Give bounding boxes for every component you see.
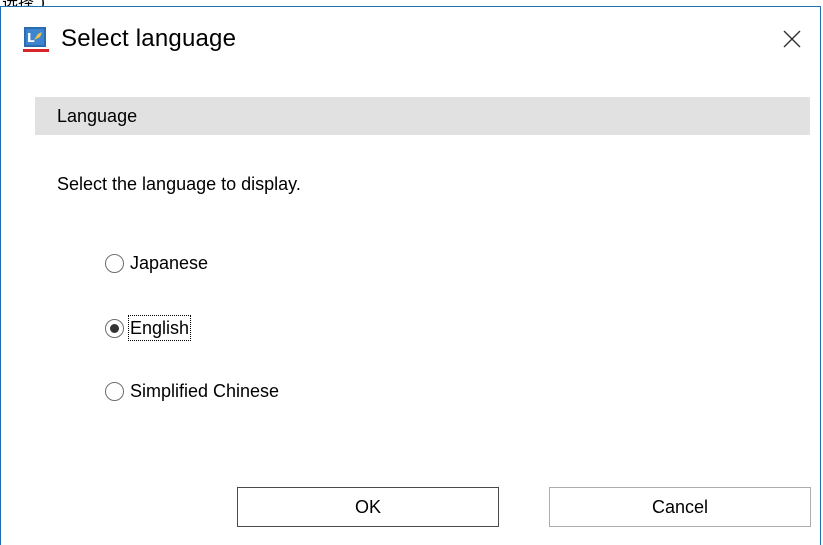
radio-label: English <box>127 315 192 341</box>
radio-english[interactable]: English <box>105 315 192 341</box>
dialog-title: Select language <box>61 25 237 52</box>
radio-button[interactable] <box>105 253 124 273</box>
select-language-dialog: L Select language Language Select the la… <box>0 6 821 545</box>
radio-button[interactable] <box>105 381 124 401</box>
radio-japanese[interactable]: Japanese <box>105 250 209 276</box>
section-header-label: Language <box>57 106 138 126</box>
screen: 选择 ) L Select language Language Select t… <box>0 0 823 545</box>
radio-label: Japanese <box>130 253 209 273</box>
title-bar[interactable]: L Select language <box>1 7 820 77</box>
ok-button[interactable]: OK <box>237 487 499 527</box>
radio-simplified-chinese[interactable]: Simplified Chinese <box>105 378 280 404</box>
close-icon <box>783 30 801 48</box>
cancel-button[interactable]: Cancel <box>549 487 811 527</box>
instruction-text: Select the language to display. <box>57 174 301 194</box>
section-header: Language <box>35 97 810 135</box>
app-icon: L <box>23 27 49 52</box>
radio-button-selected[interactable] <box>105 318 124 338</box>
svg-text:L: L <box>27 31 35 45</box>
radio-label: Simplified Chinese <box>130 381 280 401</box>
close-button[interactable] <box>770 17 814 61</box>
